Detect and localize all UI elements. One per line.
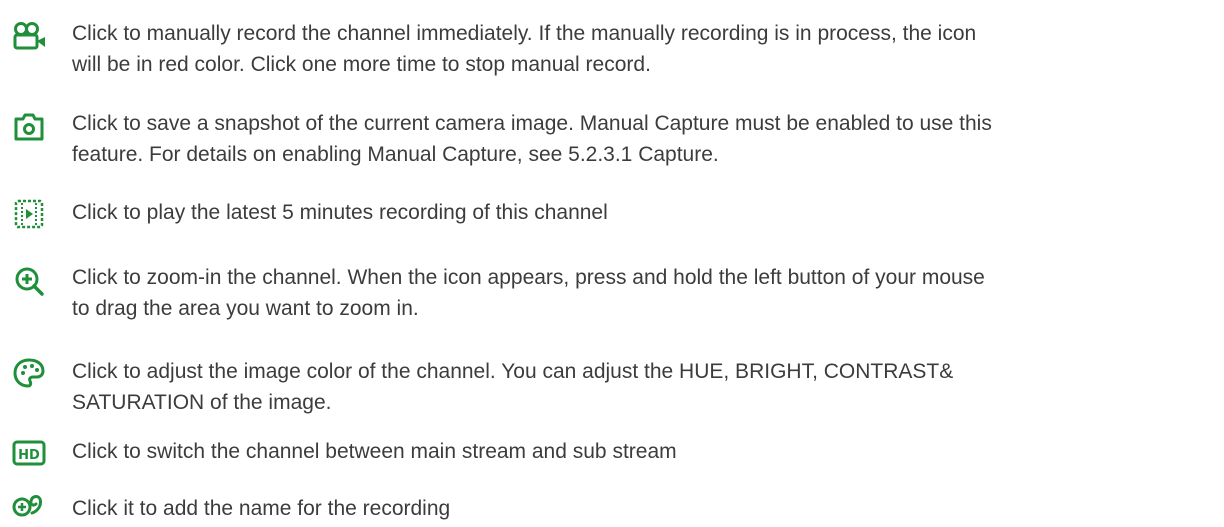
zoom-in-icon [12, 264, 46, 298]
video-camera-record-icon [12, 20, 46, 54]
item-description: Click to play the latest 5 minutes recor… [72, 201, 608, 224]
item-description: Click to manually record the channel imm… [72, 22, 977, 76]
add-name-icon [12, 493, 46, 527]
color-palette-icon [12, 356, 46, 390]
item-description: Click to zoom-in the channel. When the i… [72, 266, 985, 320]
item-description: Click to save a snapshot of the current … [72, 112, 992, 166]
hd-stream-icon: HD [12, 436, 46, 470]
item-description: Click to adjust the image color of the c… [72, 360, 954, 414]
camera-snapshot-icon [12, 110, 46, 144]
item-description: Click it to add the name for the recordi… [72, 497, 451, 520]
svg-text:HD: HD [18, 448, 40, 463]
icon-description-list: Click to manually record the channel imm… [0, 0, 1224, 524]
instant-playback-icon [12, 197, 46, 231]
item-description: Click to switch the channel between main… [72, 440, 677, 463]
